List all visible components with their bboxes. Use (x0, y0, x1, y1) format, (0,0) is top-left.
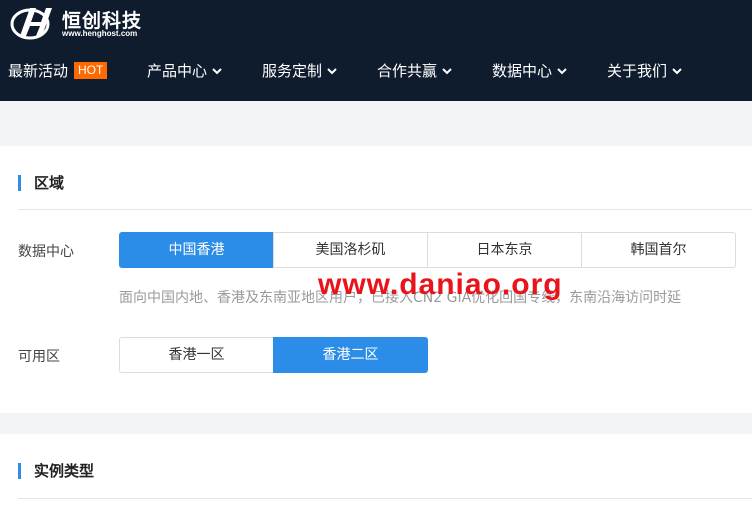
nav-item-label: 最新活动 (8, 62, 69, 80)
watermark-text: www.daniao.org (318, 268, 563, 301)
brand-logo[interactable]: 恒创科技 www.henghost.com (10, 2, 170, 42)
nav-item-datacenters[interactable]: 数据中心 (492, 56, 567, 86)
nav-item-label: 合作共赢 (377, 62, 438, 80)
zone-option-hk2[interactable]: 香港二区 (273, 337, 428, 373)
datacenter-label: 数据中心 (18, 244, 74, 260)
zone-option-hk1[interactable]: 香港一区 (119, 337, 274, 373)
main-nav: 最新活动 HOT 产品中心 服务定制 合作共赢 数据中心 关于我们 (0, 56, 752, 86)
divider (18, 498, 752, 499)
datacenter-option-hongkong[interactable]: 中国香港 (119, 232, 274, 268)
nav-item-label: 产品中心 (147, 62, 208, 80)
divider (18, 209, 752, 210)
datacenter-option-losangeles[interactable]: 美国洛杉矶 (273, 232, 428, 268)
instance-type-card: 实例类型 (0, 434, 752, 516)
nav-item-label: 数据中心 (492, 62, 553, 80)
instance-section-title: 实例类型 (18, 462, 94, 480)
chevron-down-icon (672, 68, 682, 75)
nav-item-services[interactable]: 服务定制 (262, 56, 337, 86)
brand-url: www.henghost.com (62, 29, 138, 38)
datacenter-option-tokyo[interactable]: 日本东京 (427, 232, 582, 268)
nav-item-about[interactable]: 关于我们 (607, 56, 682, 86)
top-header: 恒创科技 www.henghost.com 最新活动 HOT 产品中心 服务定制 … (0, 0, 752, 101)
chevron-down-icon (442, 68, 452, 75)
datacenter-option-seoul[interactable]: 韩国首尔 (581, 232, 736, 268)
nav-item-promotions[interactable]: 最新活动 HOT (8, 56, 108, 86)
henghost-logo-icon (10, 8, 52, 40)
nav-item-products[interactable]: 产品中心 (147, 56, 222, 86)
nav-item-label: 关于我们 (607, 62, 668, 80)
nav-item-label: 服务定制 (262, 62, 323, 80)
hot-badge: HOT (74, 62, 108, 79)
zone-label: 可用区 (18, 349, 60, 365)
chevron-down-icon (212, 68, 222, 75)
chevron-down-icon (327, 68, 337, 75)
chevron-down-icon (557, 68, 567, 75)
nav-item-partners[interactable]: 合作共赢 (377, 56, 452, 86)
region-section-title: 区域 (18, 174, 64, 192)
